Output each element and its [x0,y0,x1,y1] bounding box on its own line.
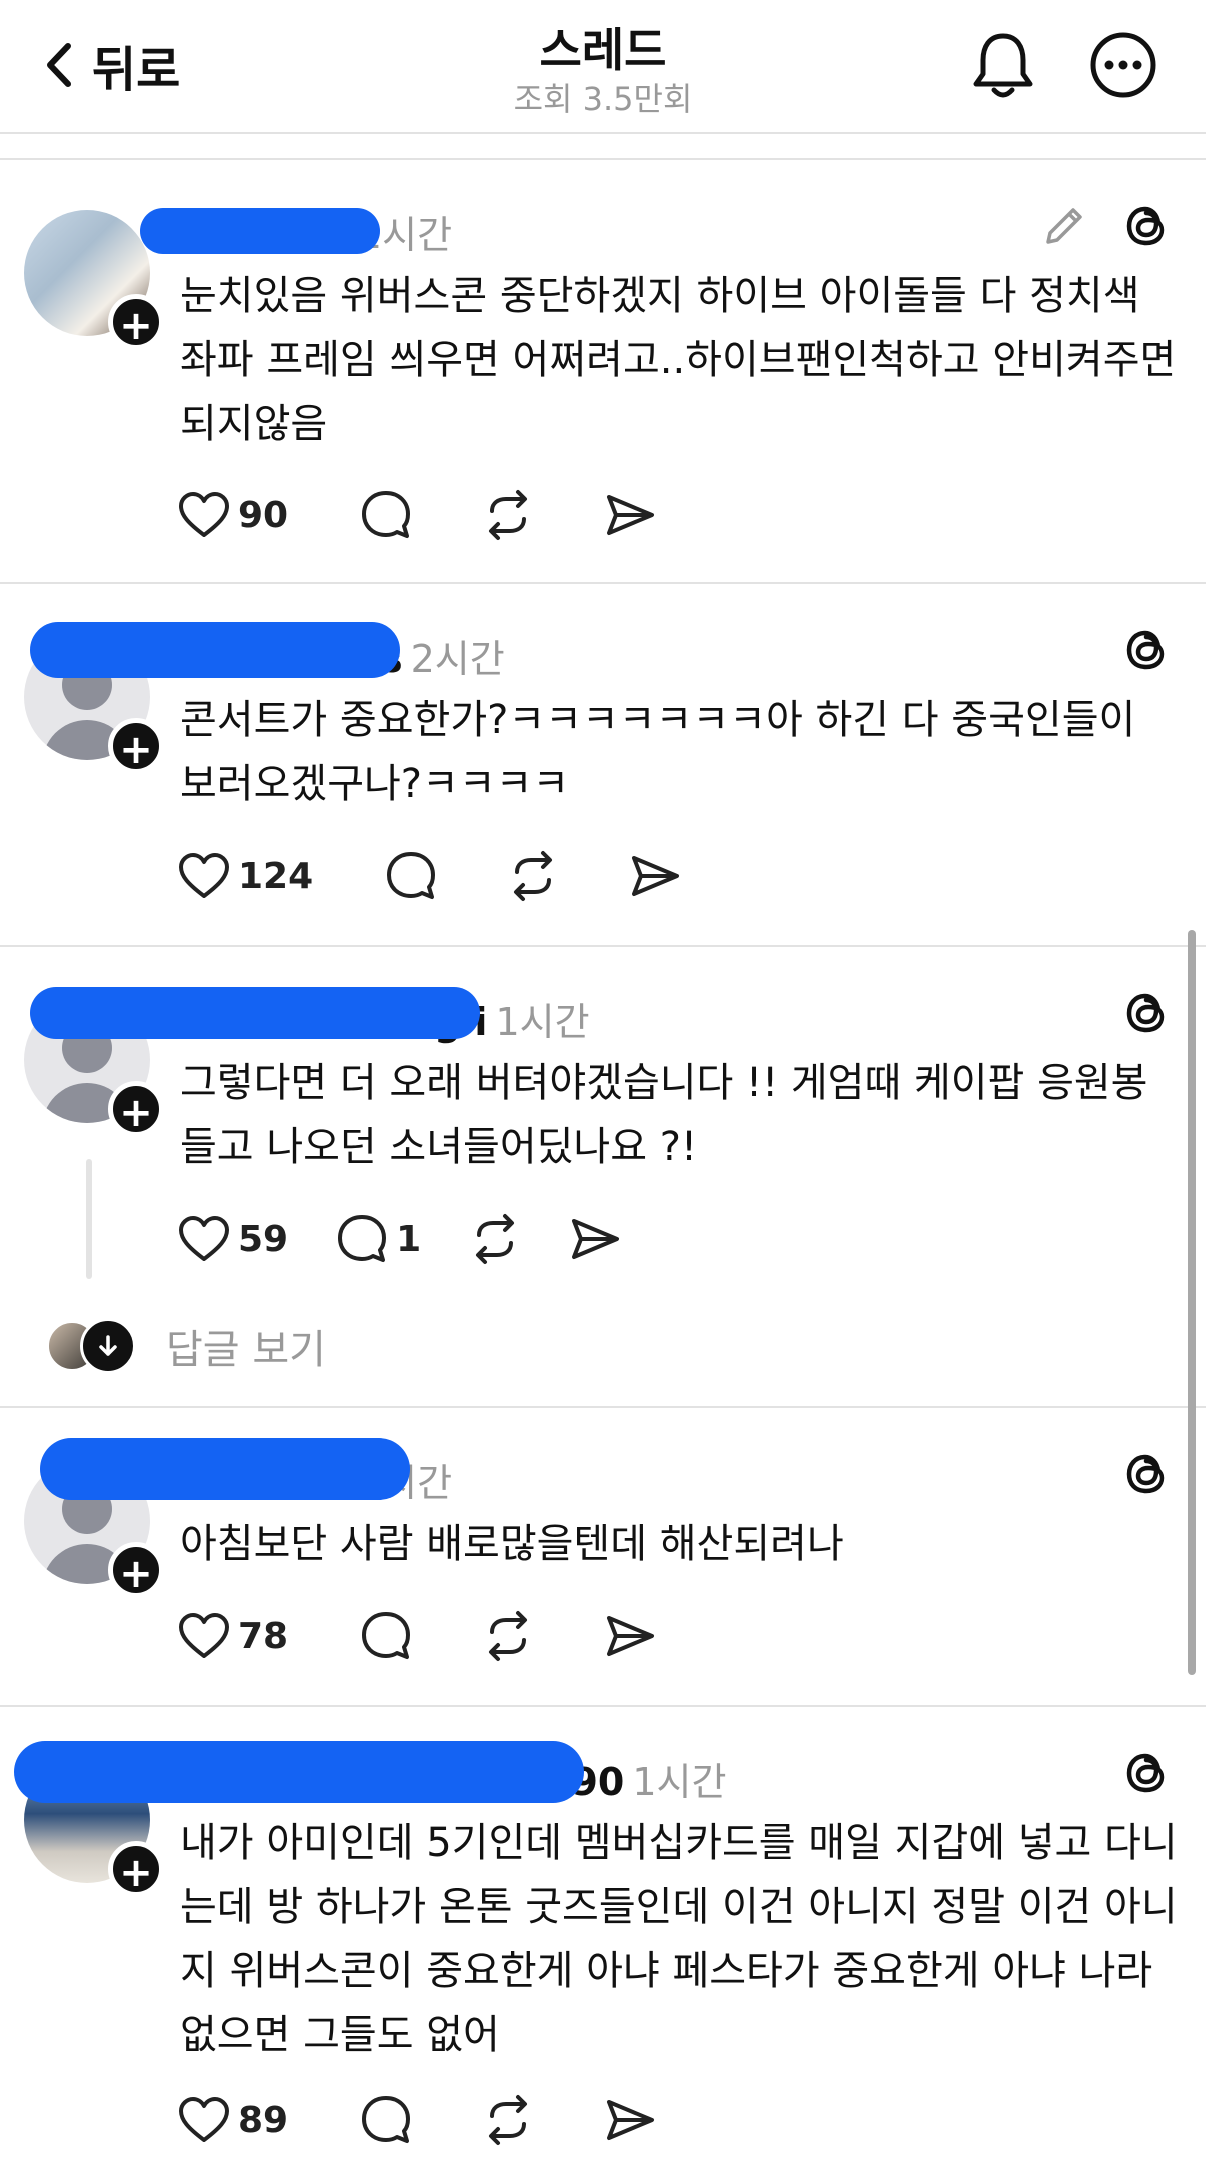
share-icon [569,1213,621,1265]
follow-button[interactable]: + [108,1542,164,1598]
post-time: 1시간 [495,1000,590,1044]
post: + 2시간 눈치있음 위버스콘 중단하겠지 하이브 아이돌들 다 정치색 좌파 … [0,160,1206,580]
like-count: 124 [238,855,314,897]
redaction [140,208,380,254]
post-actions: 59 1 [178,1209,669,1269]
post-text: 내가 아미인데 5기인데 멤버십카드를 매일 지갑에 넣고 다니는데 방 하나가… [180,1820,1178,2058]
header: 뒤로 스레드 조회 3.5만회 [0,0,1206,132]
share-button[interactable] [569,1213,621,1265]
repost-icon [482,489,534,541]
redaction [14,1741,584,1803]
scrollbar[interactable] [1188,930,1196,1675]
post-actions: 78 [178,1606,704,1666]
like-button[interactable]: 78 [178,1612,288,1660]
threads-icon[interactable] [1122,1749,1170,1797]
share-icon [604,489,656,541]
view-replies-button[interactable]: 답글 보기 [46,1317,326,1375]
heart-icon [178,491,230,539]
post-time: 2시간 [410,637,505,681]
post-text: 눈치있음 위버스콘 중단하겠지 하이브 아이돌들 다 정치색 좌파 프레임 씌우… [180,273,1177,447]
post-text: 콘서트가 중요한가?ㅋㅋㅋㅋㅋㅋㅋ아 하긴 다 중국인들이 보러오겠구나?ㅋㅋㅋ… [180,697,1136,807]
like-button[interactable]: 90 [178,491,288,539]
like-button[interactable]: 59 [178,1215,288,1263]
follow-button[interactable]: + [108,718,164,774]
repost-button[interactable] [482,489,534,541]
share-button[interactable] [604,489,656,541]
repost-button[interactable] [469,1213,521,1265]
post: + 390 1시간 내가 아미인데 5기인데 멤버십카드를 매일 지갑에 넣고 다… [0,1707,1206,2159]
header-divider [0,132,1206,134]
heart-icon [178,1612,230,1660]
redaction [30,622,400,678]
repost-icon [469,1213,521,1265]
post-actions: 90 [178,485,704,545]
comment-button[interactable] [385,850,437,902]
threads-icon[interactable] [1122,989,1170,1037]
share-button[interactable] [604,1610,656,1662]
comment-icon [336,1213,388,1265]
share-button[interactable] [604,2094,656,2146]
reply-thread-line [86,1159,92,1279]
post: + 2시간 아침보단 사람 배로많을텐데 해산되려나 78 [0,1408,1206,1704]
comment-icon [360,489,412,541]
arrow-down-icon [80,1318,136,1374]
comment-icon [360,2094,412,2146]
comment-button[interactable] [360,2094,412,2146]
threads-icon[interactable] [1122,1450,1170,1498]
follow-button[interactable]: + [108,1841,164,1897]
repost-button[interactable] [482,2094,534,2146]
like-button[interactable]: 124 [178,852,313,900]
repost-button[interactable] [507,850,559,902]
redaction [40,1438,410,1500]
like-count: 59 [238,1218,289,1260]
comment-count: 1 [396,1218,422,1260]
post-actions: 89 [178,2090,704,2150]
share-icon [604,2094,656,2146]
share-icon [604,1610,656,1662]
follow-button[interactable]: + [108,1081,164,1137]
like-count: 90 [238,494,289,536]
share-button[interactable] [629,850,681,902]
post-actions: 124 [178,846,729,906]
heart-icon [178,2096,230,2144]
post-text: 그렇다면 더 오래 버텨야겠습니다 !! 게엄때 케이팝 응원봉들고 나오던 소… [180,1060,1148,1170]
bell-icon[interactable] [970,30,1036,100]
comment-icon [385,850,437,902]
follow-button[interactable]: + [108,294,164,350]
like-count: 89 [238,2099,289,2141]
post: + g i1시간 그렇다면 더 오래 버텨야겠습니다 !! 게엄때 케이팝 응원… [0,947,1206,1407]
heart-icon [178,852,230,900]
post-text: 아침보단 사람 배로많을텐데 해산되려나 [180,1521,844,1567]
threads-icon[interactable] [1122,626,1170,674]
pencil-icon[interactable] [1040,202,1088,250]
comment-icon [360,1610,412,1662]
redaction [30,987,480,1039]
post-time: 1시간 [632,1760,727,1804]
post: + s2시간 콘서트가 중요한가?ㅋㅋㅋㅋㅋㅋㅋ아 하긴 다 중국인들이 보러오… [0,584,1206,944]
repost-icon [482,1610,534,1662]
comment-button[interactable]: 1 [336,1213,421,1265]
comment-button[interactable] [360,489,412,541]
repost-icon [482,2094,534,2146]
threads-icon[interactable] [1122,202,1170,250]
like-count: 78 [238,1615,289,1657]
comment-button[interactable] [360,1610,412,1662]
view-replies-label: 답글 보기 [166,1327,326,1373]
like-button[interactable]: 89 [178,2096,288,2144]
more-icon[interactable] [1088,30,1158,100]
heart-icon [178,1215,230,1263]
share-icon [629,850,681,902]
repost-button[interactable] [482,1610,534,1662]
repost-icon [507,850,559,902]
